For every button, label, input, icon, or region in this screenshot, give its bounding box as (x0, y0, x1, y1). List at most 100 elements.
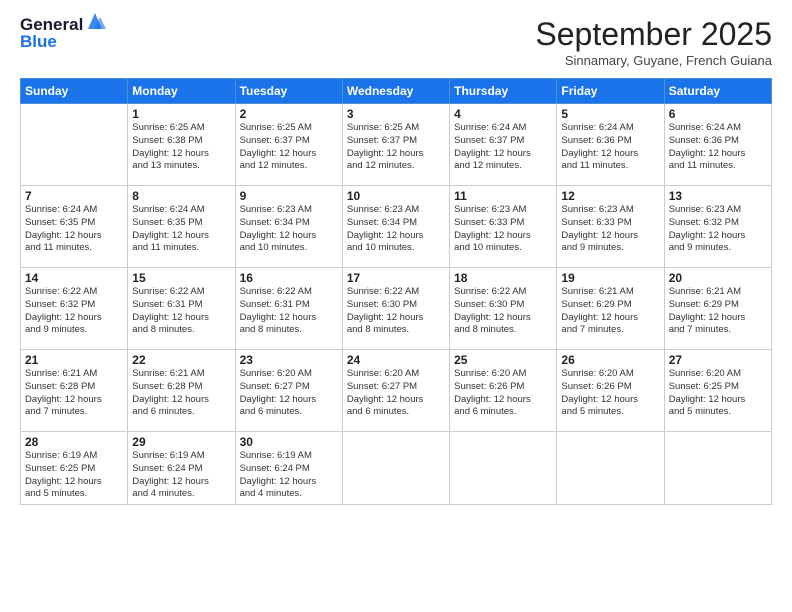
table-row: 23Sunrise: 6:20 AM Sunset: 6:27 PM Dayli… (235, 350, 342, 432)
header-friday: Friday (557, 79, 664, 104)
day-info: Sunrise: 6:23 AM Sunset: 6:34 PM Dayligh… (240, 204, 338, 255)
header-sunday: Sunday (21, 79, 128, 104)
table-row (450, 432, 557, 505)
table-row: 2Sunrise: 6:25 AM Sunset: 6:37 PM Daylig… (235, 104, 342, 186)
day-info: Sunrise: 6:22 AM Sunset: 6:30 PM Dayligh… (454, 286, 552, 337)
table-row: 10Sunrise: 6:23 AM Sunset: 6:34 PM Dayli… (342, 186, 449, 268)
table-row: 30Sunrise: 6:19 AM Sunset: 6:24 PM Dayli… (235, 432, 342, 505)
table-row (557, 432, 664, 505)
day-number: 20 (669, 271, 767, 285)
header-monday: Monday (128, 79, 235, 104)
day-info: Sunrise: 6:21 AM Sunset: 6:28 PM Dayligh… (25, 368, 123, 419)
logo: General Blue (20, 16, 106, 51)
day-number: 8 (132, 189, 230, 203)
day-number: 6 (669, 107, 767, 121)
day-info: Sunrise: 6:19 AM Sunset: 6:24 PM Dayligh… (240, 450, 338, 501)
day-number: 21 (25, 353, 123, 367)
day-number: 24 (347, 353, 445, 367)
day-info: Sunrise: 6:20 AM Sunset: 6:27 PM Dayligh… (240, 368, 338, 419)
table-row (664, 432, 771, 505)
table-row (21, 104, 128, 186)
day-number: 15 (132, 271, 230, 285)
title-section: September 2025 Sinnamary, Guyane, French… (535, 16, 772, 68)
table-row: 22Sunrise: 6:21 AM Sunset: 6:28 PM Dayli… (128, 350, 235, 432)
table-row: 13Sunrise: 6:23 AM Sunset: 6:32 PM Dayli… (664, 186, 771, 268)
header-wednesday: Wednesday (342, 79, 449, 104)
day-info: Sunrise: 6:22 AM Sunset: 6:31 PM Dayligh… (240, 286, 338, 337)
table-row: 4Sunrise: 6:24 AM Sunset: 6:37 PM Daylig… (450, 104, 557, 186)
day-number: 17 (347, 271, 445, 285)
day-info: Sunrise: 6:24 AM Sunset: 6:37 PM Dayligh… (454, 122, 552, 173)
table-row: 6Sunrise: 6:24 AM Sunset: 6:36 PM Daylig… (664, 104, 771, 186)
table-row: 1Sunrise: 6:25 AM Sunset: 6:38 PM Daylig… (128, 104, 235, 186)
table-row: 16Sunrise: 6:22 AM Sunset: 6:31 PM Dayli… (235, 268, 342, 350)
day-info: Sunrise: 6:20 AM Sunset: 6:26 PM Dayligh… (561, 368, 659, 419)
table-row (342, 432, 449, 505)
day-number: 3 (347, 107, 445, 121)
day-info: Sunrise: 6:22 AM Sunset: 6:30 PM Dayligh… (347, 286, 445, 337)
day-number: 11 (454, 189, 552, 203)
day-number: 2 (240, 107, 338, 121)
header-tuesday: Tuesday (235, 79, 342, 104)
logo-line2: Blue (20, 33, 106, 52)
day-info: Sunrise: 6:25 AM Sunset: 6:38 PM Dayligh… (132, 122, 230, 173)
table-row: 19Sunrise: 6:21 AM Sunset: 6:29 PM Dayli… (557, 268, 664, 350)
day-number: 13 (669, 189, 767, 203)
day-info: Sunrise: 6:21 AM Sunset: 6:29 PM Dayligh… (669, 286, 767, 337)
day-number: 9 (240, 189, 338, 203)
day-info: Sunrise: 6:20 AM Sunset: 6:25 PM Dayligh… (669, 368, 767, 419)
table-row: 15Sunrise: 6:22 AM Sunset: 6:31 PM Dayli… (128, 268, 235, 350)
table-row: 14Sunrise: 6:22 AM Sunset: 6:32 PM Dayli… (21, 268, 128, 350)
day-number: 12 (561, 189, 659, 203)
day-info: Sunrise: 6:21 AM Sunset: 6:29 PM Dayligh… (561, 286, 659, 337)
day-number: 4 (454, 107, 552, 121)
header-saturday: Saturday (664, 79, 771, 104)
subtitle: Sinnamary, Guyane, French Guiana (535, 53, 772, 68)
table-row: 9Sunrise: 6:23 AM Sunset: 6:34 PM Daylig… (235, 186, 342, 268)
day-number: 10 (347, 189, 445, 203)
day-info: Sunrise: 6:20 AM Sunset: 6:27 PM Dayligh… (347, 368, 445, 419)
table-row: 11Sunrise: 6:23 AM Sunset: 6:33 PM Dayli… (450, 186, 557, 268)
day-number: 27 (669, 353, 767, 367)
day-number: 25 (454, 353, 552, 367)
day-info: Sunrise: 6:23 AM Sunset: 6:34 PM Dayligh… (347, 204, 445, 255)
day-info: Sunrise: 6:24 AM Sunset: 6:35 PM Dayligh… (132, 204, 230, 255)
day-number: 22 (132, 353, 230, 367)
day-info: Sunrise: 6:22 AM Sunset: 6:31 PM Dayligh… (132, 286, 230, 337)
table-row: 27Sunrise: 6:20 AM Sunset: 6:25 PM Dayli… (664, 350, 771, 432)
day-info: Sunrise: 6:19 AM Sunset: 6:25 PM Dayligh… (25, 450, 123, 501)
table-row: 18Sunrise: 6:22 AM Sunset: 6:30 PM Dayli… (450, 268, 557, 350)
day-number: 5 (561, 107, 659, 121)
day-info: Sunrise: 6:23 AM Sunset: 6:33 PM Dayligh… (454, 204, 552, 255)
day-number: 30 (240, 435, 338, 449)
day-info: Sunrise: 6:20 AM Sunset: 6:26 PM Dayligh… (454, 368, 552, 419)
day-info: Sunrise: 6:23 AM Sunset: 6:33 PM Dayligh… (561, 204, 659, 255)
table-row: 29Sunrise: 6:19 AM Sunset: 6:24 PM Dayli… (128, 432, 235, 505)
day-info: Sunrise: 6:22 AM Sunset: 6:32 PM Dayligh… (25, 286, 123, 337)
table-row: 25Sunrise: 6:20 AM Sunset: 6:26 PM Dayli… (450, 350, 557, 432)
calendar: Sunday Monday Tuesday Wednesday Thursday… (20, 78, 772, 505)
table-row: 17Sunrise: 6:22 AM Sunset: 6:30 PM Dayli… (342, 268, 449, 350)
day-info: Sunrise: 6:19 AM Sunset: 6:24 PM Dayligh… (132, 450, 230, 501)
day-info: Sunrise: 6:25 AM Sunset: 6:37 PM Dayligh… (240, 122, 338, 173)
day-number: 23 (240, 353, 338, 367)
table-row: 12Sunrise: 6:23 AM Sunset: 6:33 PM Dayli… (557, 186, 664, 268)
day-number: 28 (25, 435, 123, 449)
table-row: 21Sunrise: 6:21 AM Sunset: 6:28 PM Dayli… (21, 350, 128, 432)
day-info: Sunrise: 6:24 AM Sunset: 6:36 PM Dayligh… (561, 122, 659, 173)
table-row: 8Sunrise: 6:24 AM Sunset: 6:35 PM Daylig… (128, 186, 235, 268)
day-number: 14 (25, 271, 123, 285)
day-number: 26 (561, 353, 659, 367)
day-info: Sunrise: 6:25 AM Sunset: 6:37 PM Dayligh… (347, 122, 445, 173)
day-number: 19 (561, 271, 659, 285)
day-number: 18 (454, 271, 552, 285)
day-info: Sunrise: 6:21 AM Sunset: 6:28 PM Dayligh… (132, 368, 230, 419)
table-row: 24Sunrise: 6:20 AM Sunset: 6:27 PM Dayli… (342, 350, 449, 432)
header-thursday: Thursday (450, 79, 557, 104)
calendar-header-row: Sunday Monday Tuesday Wednesday Thursday… (21, 79, 772, 104)
table-row: 5Sunrise: 6:24 AM Sunset: 6:36 PM Daylig… (557, 104, 664, 186)
day-info: Sunrise: 6:24 AM Sunset: 6:35 PM Dayligh… (25, 204, 123, 255)
day-number: 7 (25, 189, 123, 203)
table-row: 7Sunrise: 6:24 AM Sunset: 6:35 PM Daylig… (21, 186, 128, 268)
month-title: September 2025 (535, 16, 772, 53)
